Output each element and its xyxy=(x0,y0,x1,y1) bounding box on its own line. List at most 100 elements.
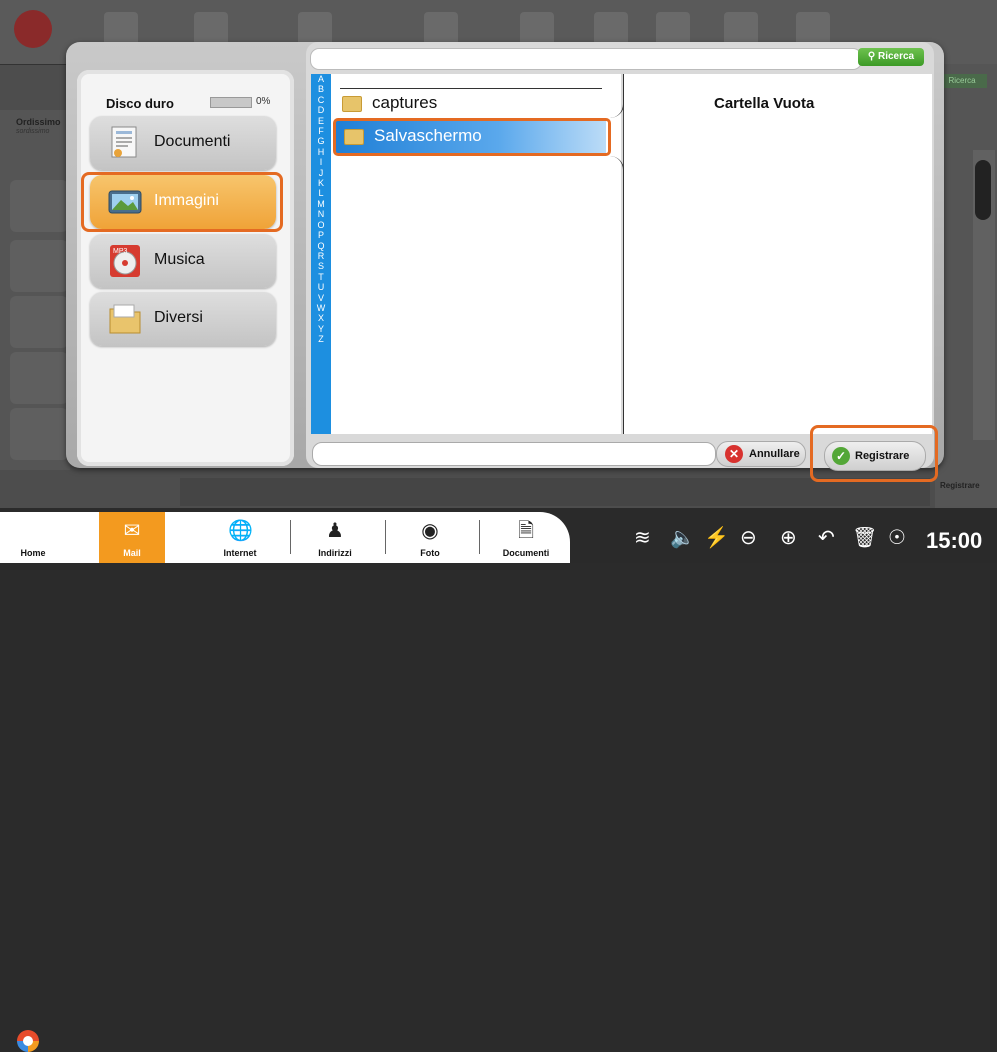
category-documenti[interactable]: Documenti xyxy=(90,116,276,170)
taskbar-label: Home xyxy=(20,548,46,558)
magnifier-icon: ⚲ xyxy=(867,51,876,62)
taskbar-indirizzi[interactable]: ♟ Indirizzi xyxy=(302,512,368,563)
alphabet-letter[interactable]: B xyxy=(311,84,331,94)
alphabet-letter[interactable]: C xyxy=(311,95,331,105)
taskbar-label: Foto xyxy=(420,548,440,558)
alphabet-letter[interactable]: V xyxy=(311,293,331,303)
background-scroll-thumb xyxy=(975,160,991,220)
background-tool-icon xyxy=(424,12,458,46)
preview-pane xyxy=(623,74,932,434)
folder-icon xyxy=(342,96,362,112)
wifi-icon[interactable]: ≋ xyxy=(634,526,651,550)
music-cd-icon: MP3 xyxy=(110,245,140,277)
cancel-x-icon: ✕ xyxy=(725,445,743,463)
background-save-label: Registrare xyxy=(940,481,980,490)
battery-charging-icon[interactable]: ⚡ xyxy=(704,526,729,550)
save-highlight xyxy=(810,425,938,482)
alphabet-letter[interactable]: J xyxy=(311,168,331,178)
background-bottom-bar xyxy=(180,478,930,506)
empty-folder-label: Cartella Vuota xyxy=(714,95,815,112)
taskbar-label: Mail xyxy=(123,548,141,558)
alphabet-letter[interactable]: L xyxy=(311,188,331,198)
background-tool-icon xyxy=(194,12,228,46)
alphabet-letter[interactable]: A xyxy=(311,74,331,84)
alphabet-letter[interactable]: M xyxy=(311,199,331,209)
taskbar-divider xyxy=(290,520,291,554)
undo-icon[interactable]: ↶ xyxy=(818,526,835,550)
alphabet-letter[interactable]: Q xyxy=(311,241,331,251)
clock: 15:00 xyxy=(926,528,983,553)
taskbar-label: Internet xyxy=(223,548,257,558)
folder-icon xyxy=(109,304,141,334)
camera-icon: ◉ xyxy=(421,520,439,542)
alphabet-letter[interactable]: W xyxy=(311,303,331,313)
svg-text:MP3: MP3 xyxy=(113,248,128,255)
taskbar xyxy=(0,512,570,563)
alphabet-letter[interactable]: T xyxy=(311,272,331,282)
category-highlight xyxy=(81,172,283,232)
category-diversi[interactable]: Diversi xyxy=(90,292,276,346)
alphabet-letter[interactable]: U xyxy=(311,282,331,292)
list-divider xyxy=(340,88,602,89)
background-search-button: Ricerca xyxy=(937,74,987,88)
alphabet-letter[interactable]: N xyxy=(311,209,331,219)
filename-input[interactable] xyxy=(312,442,716,466)
category-label: Documenti xyxy=(154,133,231,150)
taskbar-label: Indirizzi xyxy=(318,548,352,558)
alphabet-letter[interactable]: X xyxy=(311,313,331,323)
background-tool-icon xyxy=(724,12,758,46)
taskbar-internet[interactable]: 🌐 Internet xyxy=(207,512,273,563)
alphabet-letter[interactable]: S xyxy=(311,261,331,271)
cancel-label: Annullare xyxy=(749,448,800,460)
category-label: Musica xyxy=(154,251,205,268)
alphabet-letter[interactable]: F xyxy=(311,126,331,136)
alphabet-letter[interactable]: R xyxy=(311,251,331,261)
alphabet-letter[interactable]: I xyxy=(311,157,331,167)
background-tool-icon xyxy=(796,12,830,46)
disk-usage-bar xyxy=(210,97,252,108)
background-tool-icon xyxy=(656,12,690,46)
folder-item-captures[interactable]: captures xyxy=(340,90,600,116)
background-tool-icon xyxy=(594,12,628,46)
taskbar-documenti[interactable]: 🗎 Documenti xyxy=(493,512,559,563)
folder-highlight xyxy=(333,118,611,156)
category-label: Diversi xyxy=(154,309,203,326)
background-button xyxy=(10,352,68,404)
background-title: Ordissimo xyxy=(16,117,61,127)
contacts-icon: ♟ xyxy=(326,520,344,542)
plus-circle-icon[interactable]: ⊕ xyxy=(780,526,797,550)
home-logo-icon xyxy=(17,1030,39,1052)
taskbar-home[interactable]: Home xyxy=(0,512,66,1052)
trash-icon[interactable]: 🗑 xyxy=(852,526,877,550)
background-tool-icon xyxy=(520,12,554,46)
disk-title: Disco duro xyxy=(106,96,174,111)
search-button-label: Ricerca xyxy=(877,51,915,62)
alphabet-letter[interactable]: E xyxy=(311,116,331,126)
alphabet-letter[interactable]: O xyxy=(311,220,331,230)
alphabet-letter[interactable]: Y xyxy=(311,324,331,334)
mail-icon: ✉ xyxy=(123,520,141,542)
background-close-icon xyxy=(14,10,52,48)
disk-usage-percent: 0% xyxy=(256,96,271,107)
taskbar-label: Documenti xyxy=(502,548,550,558)
tree-connector xyxy=(605,74,624,118)
lifebuoy-icon[interactable]: ☉ xyxy=(888,526,906,550)
volume-icon[interactable]: 🔈 xyxy=(670,526,695,550)
minus-circle-icon[interactable]: ⊖ xyxy=(740,526,757,550)
taskbar-divider xyxy=(385,520,386,554)
category-musica[interactable]: MP3 Musica xyxy=(90,234,276,288)
tree-connector xyxy=(605,156,624,434)
search-input[interactable] xyxy=(310,48,862,70)
alphabet-letter[interactable]: H xyxy=(311,147,331,157)
taskbar-foto[interactable]: ◉ Foto xyxy=(397,512,463,563)
alphabet-letter[interactable]: D xyxy=(311,105,331,115)
alphabet-letter[interactable]: K xyxy=(311,178,331,188)
search-button[interactable]: ⚲ Ricerca xyxy=(858,48,924,66)
documents-icon xyxy=(111,126,137,158)
background-subtitle: sordissimo xyxy=(16,128,50,135)
alphabet-letter[interactable]: P xyxy=(311,230,331,240)
alphabet-letter[interactable]: G xyxy=(311,136,331,146)
alphabet-letter[interactable]: Z xyxy=(311,334,331,344)
taskbar-mail[interactable]: ✉ Mail xyxy=(99,512,165,563)
cancel-button[interactable]: ✕ Annullare xyxy=(716,441,806,467)
